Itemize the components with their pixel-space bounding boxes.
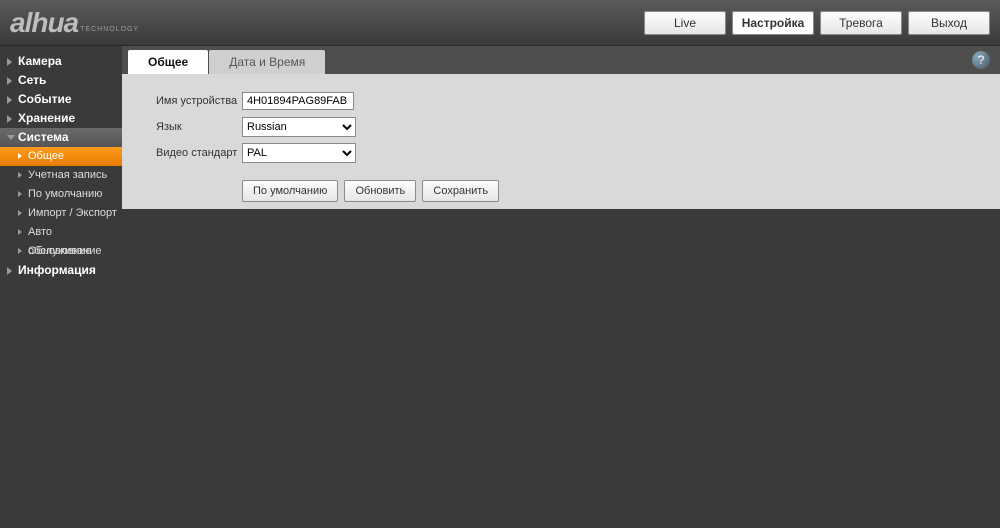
logo-sub: TECHNOLOGY [80, 26, 139, 39]
refresh-button[interactable]: Обновить [344, 180, 416, 202]
save-button[interactable]: Сохранить [422, 180, 499, 202]
sidebar-sub-account[interactable]: Учетная запись [0, 166, 122, 185]
nav-live-button[interactable]: Live [644, 11, 726, 35]
nav-alarm-button[interactable]: Тревога [820, 11, 902, 35]
logo: alhua TECHNOLOGY [10, 7, 139, 39]
row-language: Язык Russian [156, 116, 1000, 138]
tabbar: Общее Дата и Время ? [122, 46, 1000, 74]
sidebar-sub-import-export[interactable]: Импорт / Экспорт [0, 204, 122, 223]
content: Общее Дата и Время ? Имя устройства Язык… [122, 46, 1000, 528]
sidebar-item-info[interactable]: Информация [0, 261, 122, 280]
sidebar-sub-general[interactable]: Общее [0, 147, 122, 166]
default-button[interactable]: По умолчанию [242, 180, 338, 202]
top-nav: Live Настройка Тревога Выход [644, 11, 990, 35]
sidebar-sub-auto-maintain[interactable]: Авто обслуживание [0, 223, 122, 242]
label-video-standard: Видео стандарт [156, 147, 242, 159]
tab-general[interactable]: Общее [128, 50, 208, 74]
select-language[interactable]: Russian [242, 117, 356, 137]
help-icon[interactable]: ? [972, 51, 990, 69]
sidebar-item-system[interactable]: Система [0, 128, 122, 147]
sidebar-item-storage[interactable]: Хранение [0, 109, 122, 128]
label-device-name: Имя устройства [156, 95, 242, 107]
sidebar-item-network[interactable]: Сеть [0, 71, 122, 90]
panel-general: Имя устройства Язык Russian Видео станда… [122, 74, 1000, 209]
button-row: По умолчанию Обновить Сохранить [242, 180, 1000, 202]
tab-datetime[interactable]: Дата и Время [209, 50, 325, 74]
topbar: alhua TECHNOLOGY Live Настройка Тревога … [0, 0, 1000, 46]
select-video-standard[interactable]: PAL [242, 143, 356, 163]
sidebar-sub-default[interactable]: По умолчанию [0, 185, 122, 204]
input-device-name[interactable] [242, 92, 354, 110]
layout: Камера Сеть Событие Хранение Система Общ… [0, 46, 1000, 528]
label-language: Язык [156, 121, 242, 133]
sidebar: Камера Сеть Событие Хранение Система Общ… [0, 46, 122, 528]
row-device-name: Имя устройства [156, 90, 1000, 112]
logo-main: alhua [10, 7, 78, 39]
nav-settings-button[interactable]: Настройка [732, 11, 814, 35]
sidebar-sub-upgrade[interactable]: Обновление [0, 242, 122, 261]
row-video-standard: Видео стандарт PAL [156, 142, 1000, 164]
nav-logout-button[interactable]: Выход [908, 11, 990, 35]
sidebar-item-camera[interactable]: Камера [0, 52, 122, 71]
sidebar-item-event[interactable]: Событие [0, 90, 122, 109]
